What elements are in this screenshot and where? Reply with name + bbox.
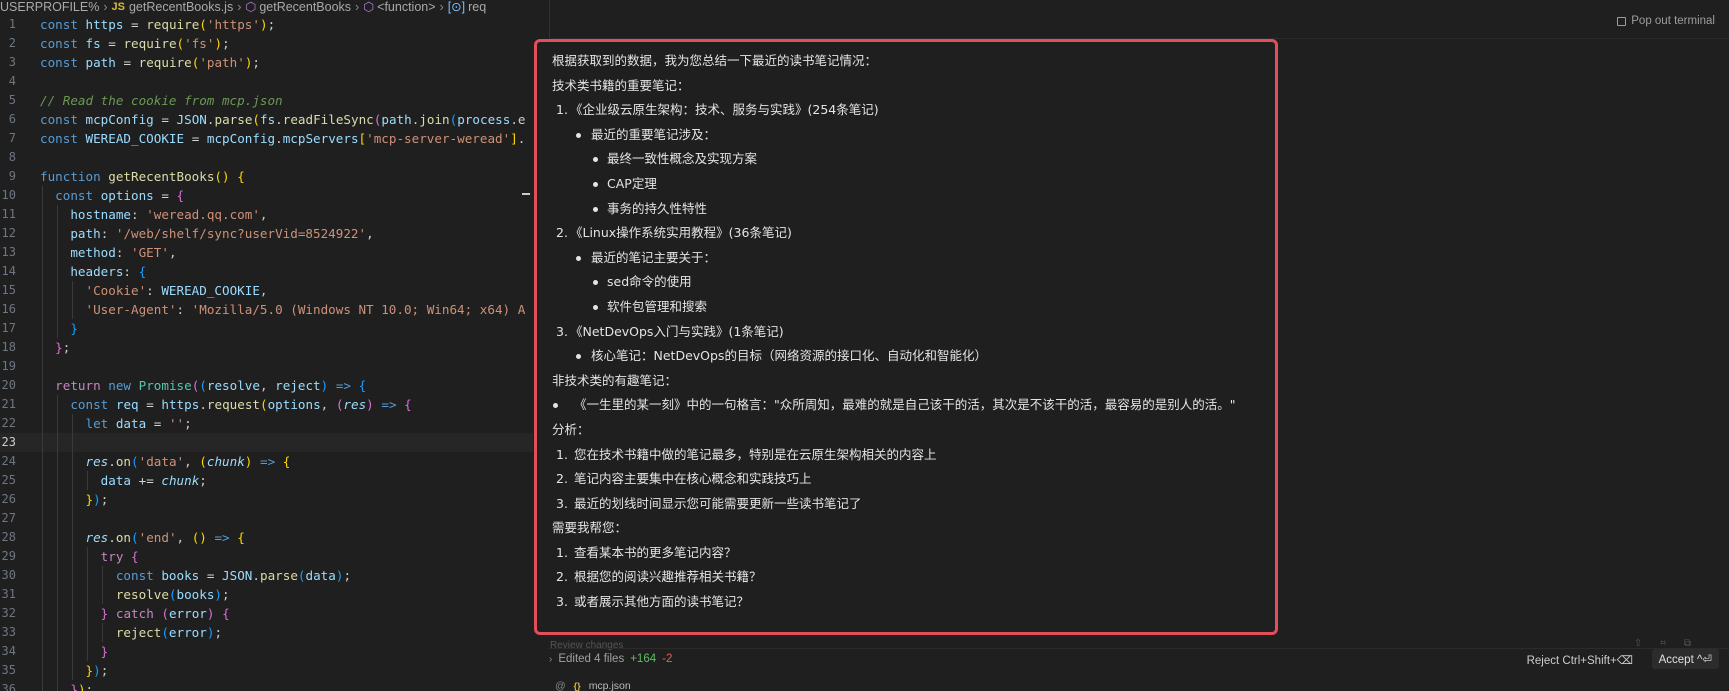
- list-item: 1. 查看某本书的更多笔记内容？: [556, 544, 737, 560]
- breadcrumb-function[interactable]: getRecentBooks: [259, 0, 351, 14]
- list-item: 1. 《企业级云原生架构：技术、服务与实践》(254条笔记): [556, 102, 879, 118]
- list-item: 3. 或者展示其他方面的读书笔记？: [556, 594, 749, 610]
- variable-icon: [⊙]: [447, 0, 466, 14]
- context-file-chip[interactable]: @ {} mcp.json: [555, 680, 631, 691]
- edited-files-label: Edited 4 files: [558, 653, 625, 665]
- chevron-right-icon: ›: [103, 0, 108, 14]
- code-line: 36 });: [0, 680, 533, 691]
- code-line: 9 function getRecentBooks() {: [8, 169, 245, 184]
- list-item: 最近的笔记主要关于：: [552, 246, 1275, 271]
- code-line-active: 23: [0, 433, 533, 452]
- list-item: 1. 您在技术书籍中做的笔记最多，特别是在云原生架构相关的内容上: [556, 446, 937, 462]
- code-line: 7 const WEREAD_COOKIE = mcpConfig.mcpServ…: [8, 131, 526, 146]
- list-item: 软件包管理和搜索: [552, 295, 1275, 320]
- chevron-right-icon: ›: [549, 653, 553, 665]
- tech-heading: 技术类书籍的重要笔记：: [552, 77, 690, 93]
- list-item: CAP定理: [552, 172, 1275, 197]
- code-line: 1 const https = require('https');: [8, 17, 276, 32]
- chevron-right-icon: ›: [355, 0, 360, 14]
- list-item: sed命令的使用: [552, 270, 1275, 295]
- code-line: 14 headers: {: [1, 262, 147, 281]
- list-item: 2. 《Linux操作系统实用教程》(36条笔记): [556, 225, 792, 241]
- code-line: 19: [0, 357, 533, 376]
- list-item: 事务的持久性特性: [552, 197, 1275, 222]
- pop-out-terminal-button[interactable]: Pop out terminal: [1617, 15, 1715, 27]
- list-item: 最终一致性概念及实现方案: [552, 147, 1275, 172]
- code-line: 28 res.on('end', () => {: [1, 528, 245, 547]
- list-item: 3. 最近的划线时间显示您可能需要更新一些读书笔记了: [556, 495, 862, 511]
- book-title: 《Linux操作系统实用教程》(36条笔记): [570, 225, 792, 241]
- function-icon: ⬡: [363, 0, 375, 14]
- code-line: 6 const mcpConfig = JSON.parse(fs.readFil…: [8, 112, 526, 127]
- js-file-icon: JS: [111, 1, 125, 13]
- breadcrumb-file[interactable]: getRecentBooks.js: [129, 0, 233, 14]
- lines-removed: -2: [662, 653, 673, 665]
- code-line: 20 return new Promise((resolve, reject) …: [1, 376, 367, 395]
- accept-button[interactable]: Accept ^⏎: [1651, 649, 1719, 669]
- code-line: 22 let data = '';: [1, 414, 192, 433]
- code-line: 13 method: 'GET',: [1, 243, 177, 262]
- text-cursor: [522, 193, 530, 195]
- assistant-message: 根据获取到的数据，我为您总结一下最近的读书笔记情况： 技术类书籍的重要笔记： 1…: [534, 39, 1278, 635]
- pop-out-label: Pop out terminal: [1631, 15, 1715, 27]
- code-line: 30 const books = JSON.parse(data);: [1, 566, 352, 585]
- code-line: 26 });: [1, 490, 109, 509]
- list-item: 3. 《NetDevOps入门与实践》(1条笔记): [556, 323, 784, 339]
- code-line: 15 'Cookie': WEREAD_COOKIE,: [1, 281, 268, 300]
- function-icon: ⬡: [245, 0, 257, 14]
- code-line: 10 const options = {: [1, 186, 185, 205]
- help-heading: 需要我帮您：: [552, 520, 628, 536]
- list-item: 2. 笔记内容主要集中在核心概念和实践技巧上: [556, 471, 812, 487]
- code-line: 33 reject(error);: [1, 623, 223, 642]
- code-line: 29 try {: [1, 547, 139, 566]
- code-line: 21 const req = https.request(options, (r…: [1, 395, 412, 414]
- edit-status-bar: › Edited 4 files +164 -2 Reject Ctrl+Shi…: [549, 648, 1729, 670]
- edited-files-toggle[interactable]: › Edited 4 files +164 -2: [549, 653, 672, 665]
- code-line: 27: [0, 509, 533, 528]
- code-line: 5// Read the cookie from mcp.json: [8, 93, 283, 108]
- reject-button[interactable]: Reject Ctrl+Shift+⌫: [1527, 653, 1633, 667]
- code-line: 12 path: '/web/shelf/sync?userVid=852492…: [1, 224, 374, 243]
- code-line: 25 data += chunk;: [1, 471, 207, 490]
- code-line: 34 }: [1, 642, 109, 661]
- chevron-right-icon: ›: [237, 0, 242, 14]
- breadcrumb-anon-function[interactable]: <function>: [377, 0, 435, 14]
- list-item: 最近的重要笔记涉及：: [552, 123, 1275, 148]
- breadcrumb-path[interactable]: USERPROFILE%: [0, 0, 99, 14]
- pop-out-icon: [1617, 16, 1627, 26]
- nontech-heading: 非技术类的有趣笔记：: [552, 372, 678, 388]
- analysis-heading: 分析：: [552, 421, 590, 437]
- chevron-right-icon: ›: [439, 0, 444, 14]
- code-line: 17 }: [1, 319, 78, 338]
- list-item: 《一生里的某一刻》中的一句格言："众所周知，最难的就是自己该干的活，其次是不该干…: [552, 393, 1275, 418]
- code-line: 24 res.on('data', (chunk) => {: [1, 452, 291, 471]
- mention-icon: @: [555, 680, 566, 691]
- lines-added: +164: [630, 653, 657, 665]
- code-line: 3 const path = require('path');: [8, 55, 260, 70]
- code-line: 35 });: [1, 661, 109, 680]
- json-file-icon: {}: [573, 681, 581, 691]
- book-title: 《NetDevOps入门与实践》(1条笔记): [570, 323, 784, 339]
- code-line: 32 } catch (error) {: [1, 604, 230, 623]
- code-line: 31 resolve(books);: [1, 585, 230, 604]
- context-file-name: mcp.json: [588, 680, 631, 691]
- list-item: 2. 根据您的阅读兴趣推荐相关书籍？: [556, 569, 762, 585]
- breadcrumb-variable[interactable]: req: [468, 0, 486, 14]
- code-line: 16 'User-Agent': 'Mozilla/5.0 (Windows N…: [1, 300, 526, 319]
- code-lines[interactable]: 1 const https = require('https'); 2 const …: [0, 15, 533, 691]
- book-title: 《企业级云原生架构：技术、服务与实践》(254条笔记): [570, 102, 879, 118]
- intro-text: 根据获取到的数据，我为您总结一下最近的读书笔记情况：: [552, 53, 878, 68]
- breadcrumb: USERPROFILE% › JS getRecentBooks.js › ⬡ getRec…: [0, 0, 533, 14]
- list-item: 核心笔记：NetDevOps的目标（网络资源的接口化、自动化和智能化）: [552, 344, 1275, 369]
- code-line: 4: [8, 74, 16, 88]
- code-line: 11 hostname: 'weread.qq.com',: [1, 205, 268, 224]
- code-line: 18 };: [1, 338, 71, 357]
- pane-divider[interactable]: [549, 0, 550, 38]
- code-line: 8: [8, 150, 16, 164]
- code-editor[interactable]: USERPROFILE% › JS getRecentBooks.js › ⬡ getRec…: [0, 0, 533, 691]
- code-line: 2 const fs = require('fs');: [8, 36, 230, 51]
